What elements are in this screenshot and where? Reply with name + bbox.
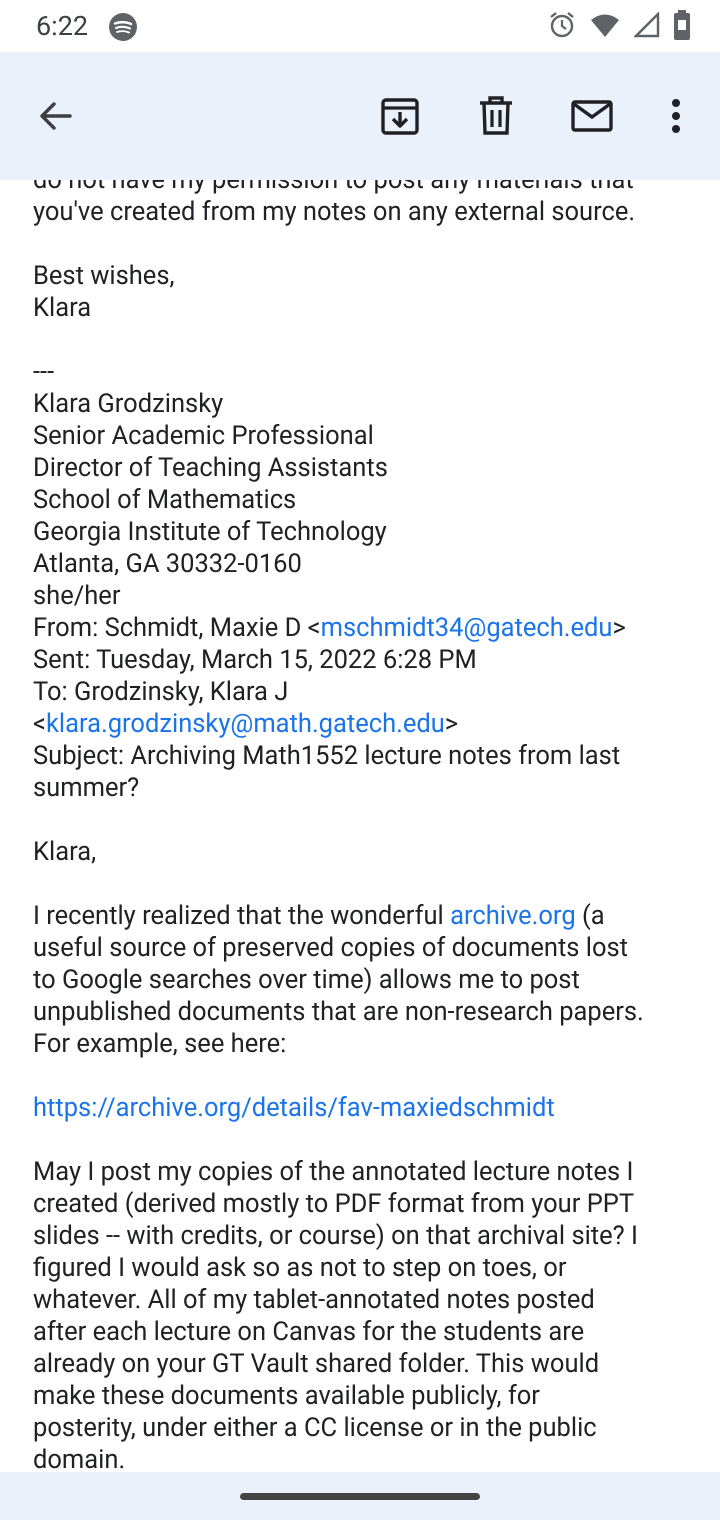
signature-line: Director of Teaching Assistants bbox=[33, 453, 388, 483]
paragraph-line: after each lecture on Canvas for the stu… bbox=[33, 1317, 585, 1347]
paragraph-line: figured I would ask so as not to step on… bbox=[33, 1253, 567, 1283]
trash-icon bbox=[480, 96, 512, 135]
email-line: do not have my permission to post any ma… bbox=[33, 180, 634, 195]
back-button[interactable] bbox=[27, 88, 83, 144]
paragraph-line: I recently realized that the wonderful a… bbox=[33, 901, 605, 931]
quoted-sent: Sent: Tuesday, March 15, 2022 6:28 PM bbox=[33, 645, 477, 675]
wifi-icon bbox=[590, 12, 620, 42]
mail-icon bbox=[571, 100, 613, 132]
paragraph-line: unpublished documents that are non-resea… bbox=[33, 997, 644, 1027]
paragraph-line: domain. bbox=[33, 1445, 126, 1472]
archive-icon bbox=[381, 98, 419, 135]
more-vert-icon bbox=[672, 99, 680, 133]
paragraph-line: make these documents available publicly,… bbox=[33, 1381, 540, 1411]
arrow-back-icon bbox=[40, 102, 72, 130]
spotify-icon bbox=[108, 12, 138, 46]
status-bar: 6:22 bbox=[0, 0, 720, 52]
quoted-to-email: <klara.grodzinsky@math.gatech.edu> bbox=[33, 709, 459, 739]
greeting: Klara, bbox=[33, 837, 97, 867]
paragraph-line: useful source of preserved copies of doc… bbox=[33, 933, 629, 963]
archive-org-link[interactable]: archive.org bbox=[450, 901, 576, 931]
signature-line: Georgia Institute of Technology bbox=[33, 517, 387, 547]
signature-line: she/her bbox=[33, 581, 121, 611]
closing: Best wishes, bbox=[33, 261, 175, 291]
closing-name: Klara bbox=[33, 293, 92, 323]
signature-line: School of Mathematics bbox=[33, 485, 297, 515]
gesture-nav-bar bbox=[0, 1472, 720, 1520]
quoted-subject: Subject: Archiving Math1552 lecture note… bbox=[33, 741, 621, 771]
paragraph-line: posterity, under either a CC license or … bbox=[33, 1413, 597, 1443]
paragraph-line: For example, see here: bbox=[33, 1029, 287, 1059]
email-line: you've created from my notes on any exte… bbox=[33, 197, 636, 227]
quoted-to: To: Grodzinsky, Klara J bbox=[33, 677, 289, 707]
paragraph-line: May I post my copies of the annotated le… bbox=[33, 1157, 634, 1187]
signature-line: Atlanta, GA 30332-0160 bbox=[33, 549, 302, 579]
archive-url-link[interactable]: https://archive.org/details/fav-maxiedsc… bbox=[33, 1092, 703, 1124]
paragraph-line: to Google searches over time) allows me … bbox=[33, 965, 580, 995]
delete-button[interactable] bbox=[468, 88, 524, 144]
quoted-subject: summer? bbox=[33, 773, 140, 803]
mark-unread-button[interactable] bbox=[564, 88, 620, 144]
signature-separator: --- bbox=[33, 357, 55, 387]
alarm-icon bbox=[548, 11, 576, 43]
signature-line: Klara Grodzinsky bbox=[33, 389, 224, 419]
status-time: 6:22 bbox=[36, 10, 89, 42]
quoted-from: From: Schmidt, Maxie D <mschmidt34@gatec… bbox=[33, 613, 626, 643]
paragraph-line: whatever. All of my tablet-annotated not… bbox=[33, 1285, 595, 1315]
more-options-button[interactable] bbox=[648, 88, 704, 144]
battery-icon bbox=[674, 10, 690, 44]
to-email-link[interactable]: klara.grodzinsky@math.gatech.edu bbox=[46, 709, 445, 739]
paragraph-line: created (derived mostly to PDF format fr… bbox=[33, 1189, 635, 1219]
signal-icon bbox=[633, 11, 660, 42]
email-toolbar bbox=[0, 52, 720, 180]
signature-line: Senior Academic Professional bbox=[33, 421, 374, 451]
home-gesture-handle[interactable] bbox=[240, 1493, 480, 1500]
paragraph-line: already on your GT Vault shared folder. … bbox=[33, 1349, 600, 1379]
from-email-link[interactable]: mschmidt34@gatech.edu bbox=[321, 613, 613, 643]
email-body: do not have my permission to post any ma… bbox=[0, 180, 720, 1472]
archive-button[interactable] bbox=[372, 88, 428, 144]
paragraph-line: slides -- with credits, or course) on th… bbox=[33, 1221, 638, 1251]
